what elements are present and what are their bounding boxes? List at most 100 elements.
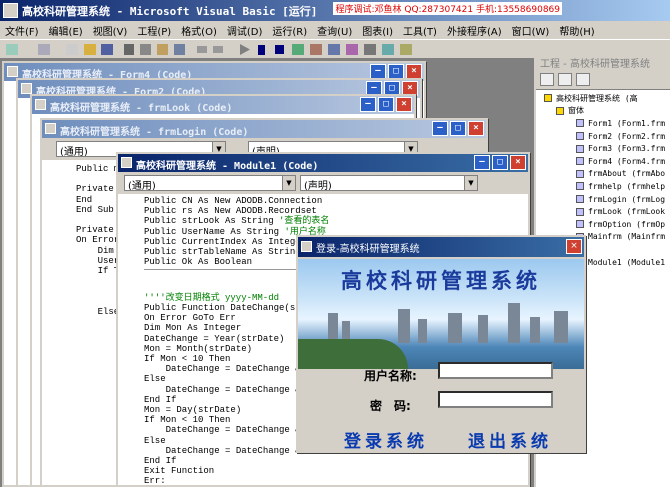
- maximize-icon[interactable]: □: [378, 97, 394, 112]
- password-input[interactable]: [438, 391, 553, 408]
- tree-item-form[interactable]: frmLook (frmLook: [536, 205, 670, 218]
- menu-item[interactable]: 格式(O): [176, 21, 222, 39]
- tree-item-form-label: Form3 (Form3.frm: [588, 144, 666, 154]
- login-title: 登录-高校科研管理系统: [316, 244, 420, 255]
- project-explorer-icon: [292, 44, 304, 55]
- project-explorer-title: 工程 - 高校科研管理系统: [536, 52, 670, 70]
- save-icon: [101, 44, 113, 55]
- code-line: Err:: [144, 476, 166, 487]
- tree-project-root[interactable]: 高校科研管理系统 (高: [536, 92, 670, 105]
- code-window-icon: [21, 83, 32, 94]
- folder-icon: [556, 106, 564, 115]
- procedure-combo[interactable]: (声明) ▼: [300, 175, 478, 191]
- tree-item-form[interactable]: Form3 (Form3.frm: [536, 142, 670, 155]
- tree-folder-forms-label: 窗体: [568, 106, 584, 116]
- tree-item-form-label: frmLook (frmLook: [588, 207, 666, 217]
- menu-item[interactable]: 运行(R): [267, 21, 312, 39]
- tree-item-form[interactable]: frmhelp (frmhelp: [536, 180, 670, 193]
- login-button[interactable]: 登录系统: [344, 427, 428, 452]
- component-manager-icon: [400, 44, 412, 55]
- form-file-icon: [576, 207, 584, 216]
- menu-bar: 文件(F) 编辑(E) 视图(V) 工程(P) 格式(O) 调试(D) 运行(R) 查询(U)…: [0, 21, 670, 39]
- menu-item[interactable]: 图表(I): [357, 21, 398, 39]
- object-combo[interactable]: (通用) ▼: [124, 175, 296, 191]
- minimize-icon[interactable]: –: [474, 155, 490, 170]
- close-icon[interactable]: ×: [406, 64, 422, 79]
- menu-item[interactable]: 查询(U): [312, 21, 357, 39]
- module1-title: 高校科研管理系统 - Module1 (Code): [136, 161, 319, 172]
- exit-button[interactable]: 退出系统: [468, 427, 552, 452]
- vb-app-icon: [3, 3, 18, 18]
- tree-item-form[interactable]: frmLogin (frmLog: [536, 193, 670, 206]
- tree-item-form[interactable]: Form4 (Form4.frm: [536, 155, 670, 168]
- tree-item-module-label: Module1 (Module1: [588, 257, 666, 267]
- menu-item[interactable]: 窗口(W): [507, 21, 555, 39]
- view-code-icon[interactable]: [540, 73, 554, 86]
- form-file-icon: [576, 132, 584, 141]
- tree-project-root-label: 高校科研管理系统 (高: [556, 93, 638, 103]
- form-file-icon: [576, 220, 584, 229]
- module1-combo-bar: (通用) ▼ (声明) ▼: [118, 172, 528, 194]
- code-window-icon: [35, 99, 46, 110]
- tree-item-form[interactable]: frmOption (frmOp: [536, 218, 670, 231]
- maximize-icon[interactable]: □: [450, 121, 466, 136]
- chevron-down-icon[interactable]: ▼: [282, 176, 295, 190]
- maximize-icon[interactable]: □: [492, 155, 508, 170]
- code-line: Public strLook As String '查看的表名: [144, 216, 330, 227]
- frmlook-title: 高校科研管理系统 - frmLook (Code): [50, 103, 233, 114]
- find-icon: [174, 44, 185, 55]
- minimize-icon[interactable]: –: [432, 121, 448, 136]
- close-icon[interactable]: ×: [566, 239, 582, 254]
- object-combo-value: (通用): [60, 147, 88, 157]
- username-label: 用户名称:: [364, 369, 417, 383]
- tree-item-form-label: Form2 (Form2.frm: [588, 131, 666, 141]
- module1-title-bar[interactable]: 高校科研管理系统 - Module1 (Code) – □ ×: [118, 154, 528, 172]
- redo-icon: [213, 46, 223, 53]
- close-icon[interactable]: ×: [396, 97, 412, 112]
- minimize-icon[interactable]: –: [360, 97, 376, 112]
- code-line: Public rs As New ADODB.Recordset: [144, 206, 317, 217]
- form-layout-icon: [328, 44, 340, 55]
- minimize-icon[interactable]: –: [370, 64, 386, 79]
- view-object-icon[interactable]: [558, 73, 572, 86]
- form-file-icon: [576, 169, 584, 178]
- frmlogin-title-bar[interactable]: 高校科研管理系统 - frmLogin (Code) – □ ×: [42, 120, 486, 138]
- menu-item[interactable]: 帮助(H): [554, 21, 599, 39]
- chevron-down-icon[interactable]: ▼: [464, 176, 477, 190]
- menu-item[interactable]: 视图(V): [88, 21, 133, 39]
- menu-item[interactable]: 工具(T): [398, 21, 442, 39]
- close-icon[interactable]: ×: [510, 155, 526, 170]
- menu-item[interactable]: 文件(F): [0, 21, 44, 39]
- login-banner-image: 高校科研管理系统: [298, 259, 584, 369]
- menu-item[interactable]: 编辑(E): [44, 21, 88, 39]
- main-title-text: 高校科研管理系统 - Microsoft Visual Basic [运行]: [22, 5, 318, 18]
- tree-item-form-label: frmhelp (frmhelp: [588, 181, 666, 191]
- tree-item-form-label: frmLogin (frmLog: [588, 194, 666, 204]
- login-dialog[interactable]: 登录-高校科研管理系统 × 高校科研管理系统 用户名称: 密 码: 登录系统 退出…: [296, 235, 586, 453]
- tree-item-form[interactable]: Form1 (Form1.frm: [536, 117, 670, 130]
- form-file-icon: [576, 144, 584, 153]
- undo-icon: [197, 46, 207, 53]
- project-explorer-toolbar: [536, 70, 670, 90]
- code-window-icon: [45, 123, 56, 134]
- copy-icon: [140, 44, 151, 55]
- menu-item[interactable]: 调试(D): [222, 21, 268, 39]
- properties-icon: [310, 44, 322, 55]
- toggle-folders-icon[interactable]: [576, 73, 590, 86]
- tree-folder-forms[interactable]: 窗体: [536, 105, 670, 118]
- tree-item-form[interactable]: frmAbout (frmAbo: [536, 168, 670, 181]
- code-line: Public CN As New ADODB.Connection: [144, 196, 323, 206]
- form-file-icon: [576, 157, 584, 166]
- form-file-icon: [576, 195, 584, 204]
- banner-title: 高校科研管理系统: [341, 268, 541, 293]
- login-title-bar[interactable]: 登录-高校科研管理系统 ×: [298, 237, 584, 257]
- menu-item[interactable]: 工程(P): [132, 21, 176, 39]
- username-input[interactable]: [438, 362, 553, 379]
- data-view-icon: [382, 44, 394, 55]
- close-icon[interactable]: ×: [468, 121, 484, 136]
- open-icon: [84, 44, 96, 55]
- menu-item[interactable]: 外接程序(A): [442, 21, 507, 39]
- maximize-icon[interactable]: □: [388, 64, 404, 79]
- tree-item-form[interactable]: Form2 (Form2.frm: [536, 130, 670, 143]
- frmlook-title-bar[interactable]: 高校科研管理系统 - frmLook (Code) – □ ×: [32, 96, 414, 114]
